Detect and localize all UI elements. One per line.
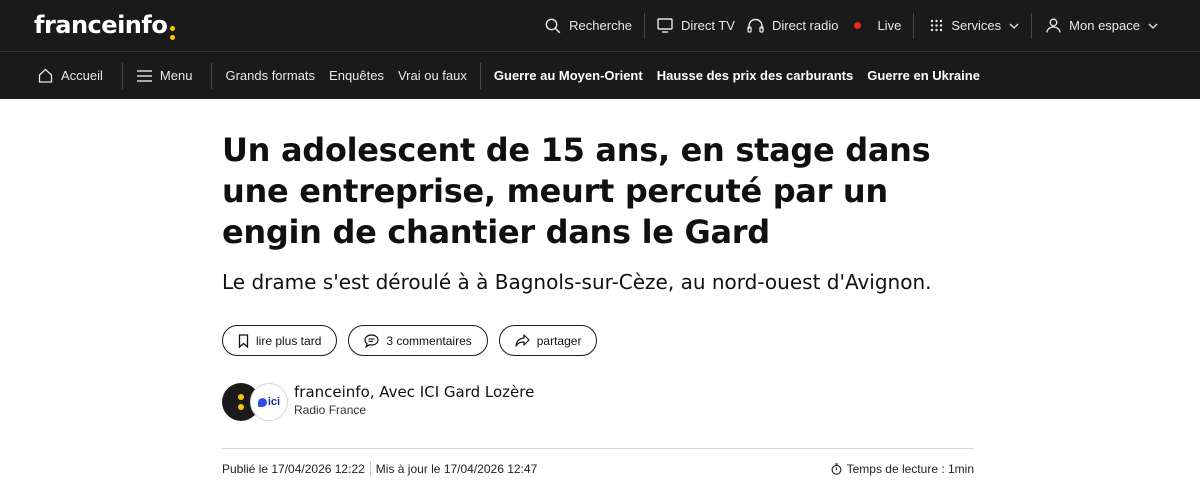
account-menu[interactable]: Mon espace (1032, 0, 1200, 51)
bookmark-icon (238, 333, 249, 348)
topic-link-ukraine[interactable]: Guerre en Ukraine (860, 68, 987, 83)
topic-link-moyen-orient[interactable]: Guerre au Moyen-Orient (487, 68, 650, 83)
tv-icon (657, 18, 673, 33)
ici-avatar: ici (250, 383, 288, 421)
services-label: Services (951, 18, 1002, 33)
user-icon (1046, 18, 1061, 33)
author-text: franceinfo, Avec ICI Gard Lozère Radio F… (294, 382, 534, 417)
search-icon (545, 18, 561, 33)
article-lead: Le drame s'est déroulé à à Bagnols-sur-C… (222, 270, 932, 294)
nav-divider (211, 62, 213, 89)
reading-time-label: Temps de lecture : 1min (846, 462, 974, 476)
menu-label: Menu (159, 68, 193, 83)
published-date: Publié le 17/04/2026 12:22 (222, 462, 365, 476)
direct-radio-link[interactable]: Direct radio (741, 0, 844, 51)
live-link[interactable]: Live (844, 0, 913, 51)
meta-divider (369, 461, 371, 477)
home-icon (38, 68, 53, 83)
nav-divider (479, 62, 481, 89)
article-title: Un adolescent de 15 ans, en stage dans u… (222, 131, 931, 251)
updated-date: Mis à jour le 17/04/2026 12:47 (375, 462, 538, 476)
live-dot-icon (854, 22, 862, 29)
topic-link-carburants[interactable]: Hausse des prix des carburants (650, 68, 861, 83)
nav-divider (121, 62, 123, 89)
headphones-icon (747, 18, 764, 33)
share-icon (515, 334, 530, 347)
franceinfo-logo[interactable]: franceinfo (34, 11, 176, 41)
read-later-button[interactable]: lire plus tard (222, 325, 338, 356)
live-label: Live (877, 18, 902, 33)
author-name[interactable]: franceinfo, Avec ICI Gard Lozère (294, 382, 534, 402)
chevron-down-icon (1148, 23, 1158, 29)
grid-icon (931, 19, 943, 32)
comments-button[interactable]: 3 commentaires (348, 325, 488, 356)
ici-logo-mark (257, 397, 267, 407)
comments-label: 3 commentaires (386, 333, 472, 348)
article-meta: Publié le 17/04/2026 12:22 Mis à jour le… (222, 461, 974, 477)
home-label: Accueil (61, 68, 103, 83)
search-label: Recherche (569, 18, 633, 33)
author-block: ici franceinfo, Avec ICI Gard Lozère Rad… (222, 382, 534, 421)
nav-link-grands-formats[interactable]: Grands formats (218, 68, 322, 83)
article-actions: lire plus tard 3 commentaires partager (222, 325, 598, 356)
nav-link-enquetes[interactable]: Enquêtes (322, 68, 391, 83)
ici-logo-text: ici (267, 396, 281, 408)
author-org: Radio France (294, 403, 367, 417)
hamburger-icon (136, 69, 152, 82)
top-header: franceinfo Recherche Direct TV Direct ra… (0, 0, 1200, 51)
top-nav: Recherche Direct TV Direct radio Live Se… (531, 0, 1200, 51)
read-later-label: lire plus tard (256, 333, 322, 348)
stopwatch-icon (831, 463, 842, 475)
section-nav: Accueil Menu Grands formats Enquêtes Vra… (0, 51, 1200, 99)
direct-tv-link[interactable]: Direct TV (645, 0, 741, 51)
reading-time: Temps de lecture : 1min (831, 462, 974, 476)
share-label: partager (536, 333, 582, 348)
menu-button[interactable]: Menu (129, 68, 200, 83)
search-link[interactable]: Recherche (531, 0, 644, 51)
comment-icon (364, 333, 379, 348)
home-link[interactable]: Accueil (0, 68, 110, 83)
share-button[interactable]: partager (498, 325, 598, 356)
account-label: Mon espace (1069, 18, 1140, 33)
logo-dots (170, 26, 176, 40)
logo-text: franceinfo (34, 11, 168, 39)
divider (222, 448, 974, 449)
services-menu[interactable]: Services (914, 0, 1031, 51)
direct-radio-label: Direct radio (771, 18, 839, 33)
nav-link-vrai-ou-faux[interactable]: Vrai ou faux (391, 68, 474, 83)
direct-tv-label: Direct TV (681, 18, 735, 33)
chevron-down-icon (1009, 23, 1019, 29)
